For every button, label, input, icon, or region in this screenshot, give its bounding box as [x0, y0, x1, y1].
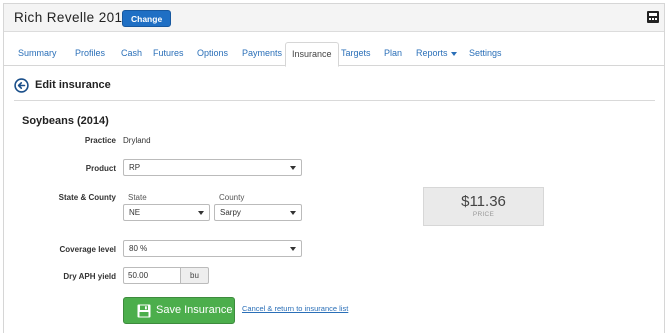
state-county-label: State & County	[58, 193, 116, 202]
tab-payments[interactable]: Payments	[236, 42, 288, 66]
heading-divider	[14, 100, 655, 101]
practice-value: Dryland	[123, 136, 151, 145]
county-sub-label: County	[219, 193, 245, 202]
price-display: $11.36 PRICE	[423, 187, 544, 226]
change-button[interactable]: Change	[122, 10, 172, 27]
tab-reports[interactable]: Reports	[410, 42, 463, 66]
dropdown-arrow-icon	[198, 211, 204, 215]
section-title: Soybeans (2014)	[22, 115, 109, 127]
tab-insurance[interactable]: Insurance	[285, 42, 339, 67]
product-label: Product	[85, 164, 116, 173]
tab-settings[interactable]: Settings	[463, 42, 508, 66]
state-select[interactable]: NE	[123, 204, 210, 221]
main-tabs: Summary Profiles Cash Futures Options Pa…	[4, 42, 664, 67]
tab-futures[interactable]: Futures	[147, 42, 190, 66]
page-title: Edit insurance	[35, 79, 111, 91]
top-bar: Rich Revelle 2016 Change	[4, 4, 664, 32]
state-sub-label: State	[128, 193, 147, 202]
floppy-disk-icon	[137, 304, 151, 318]
calculator-icon[interactable]	[646, 10, 660, 24]
tab-options[interactable]: Options	[191, 42, 234, 66]
county-select[interactable]: Sarpy	[214, 204, 302, 221]
product-select[interactable]: RP	[123, 159, 302, 176]
app-title: Rich Revelle 2016	[14, 10, 131, 25]
caret-down-icon	[450, 51, 457, 56]
price-value: $11.36	[461, 193, 506, 210]
cancel-return-link[interactable]: Cancel & return to insurance list	[242, 304, 348, 313]
aph-yield-label: Dry APH yield	[63, 272, 116, 281]
dropdown-arrow-icon	[290, 166, 296, 170]
tab-summary[interactable]: Summary	[12, 42, 63, 66]
app-frame: Rich Revelle 2016 Change Summary Profile…	[3, 3, 665, 333]
tab-plan[interactable]: Plan	[378, 42, 408, 66]
circle-arrow-left-icon[interactable]	[14, 78, 29, 93]
save-insurance-button[interactable]: Save Insurance	[123, 297, 235, 324]
tab-profiles[interactable]: Profiles	[69, 42, 111, 66]
aph-yield-input[interactable]: 50.00	[123, 267, 181, 284]
price-label: PRICE	[472, 211, 495, 218]
practice-label: Practice	[84, 136, 116, 145]
dropdown-arrow-icon	[290, 247, 296, 251]
tab-targets[interactable]: Targets	[335, 42, 377, 66]
aph-yield-unit: bu	[181, 267, 209, 284]
coverage-level-select[interactable]: 80 %	[123, 240, 302, 257]
coverage-level-label: Coverage level	[59, 245, 116, 254]
tab-cash[interactable]: Cash	[115, 42, 148, 66]
dropdown-arrow-icon	[290, 211, 296, 215]
